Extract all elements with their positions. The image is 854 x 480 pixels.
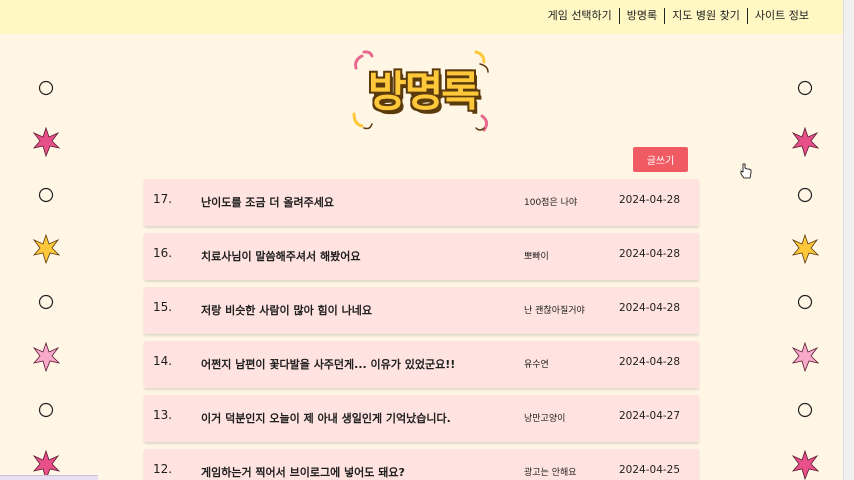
logo-title: 방명록	[368, 67, 480, 116]
entry-title: 게임하는거 찍어서 브이로그에 넣어도 돼요?	[201, 466, 405, 479]
write-button[interactable]: 글쓰기	[633, 147, 688, 172]
flower-icon	[791, 127, 819, 157]
entry-number: 14.	[153, 354, 173, 368]
entry-number: 15.	[153, 300, 173, 314]
entry-date: 2024-04-27	[619, 410, 681, 422]
list-item[interactable]: 13. 이거 덕분인지 오늘이 제 아내 생일인게 기억났습니다. 낭만고양이 …	[144, 395, 699, 442]
entry-author: 낭만고양이	[524, 414, 566, 424]
flower-icon	[32, 342, 60, 372]
entry-title: 치료사님이 말씀해주셔서 해봤어요	[201, 250, 361, 263]
entry-title: 이거 덕분인지 오늘이 제 아내 생일인게 기억났습니다.	[201, 412, 451, 425]
entry-title: 어쩐지 남편이 꽃다발을 사주던게... 이유가 있었군요!!	[201, 358, 456, 371]
list-item[interactable]: 15. 저랑 비슷한 사람이 많아 힘이 나네요 난 괜찮아질거야 2024-0…	[144, 287, 699, 334]
entry-date: 2024-04-28	[619, 302, 681, 314]
entry-date: 2024-04-28	[619, 194, 681, 206]
list-item[interactable]: 14. 어쩐지 남편이 꽃다발을 사주던게... 이유가 있었군요!! 유수연 …	[144, 341, 699, 388]
flower-icon	[791, 450, 819, 480]
entry-author: 뽀빠이	[524, 252, 549, 262]
nav-item-site-info[interactable]: 사이트 정보	[746, 8, 816, 24]
entry-date: 2024-04-28	[619, 356, 681, 368]
entry-author: 유수연	[524, 360, 549, 370]
entry-number: 13.	[153, 408, 173, 422]
list-item[interactable]: 16. 치료사님이 말씀해주셔서 해봤어요 뽀빠이 2024-04-28	[144, 233, 699, 280]
flower-icon	[791, 342, 819, 372]
circle-icon	[797, 187, 813, 203]
circle-icon	[797, 402, 813, 418]
circle-icon	[38, 187, 54, 203]
entry-author: 광고는 안해요	[524, 468, 577, 478]
status-bar	[0, 475, 98, 480]
entry-title: 난이도를 조금 더 올려주세요	[201, 196, 334, 209]
flower-icon	[32, 234, 60, 264]
nav-menu: 게임 선택하기 방명록 지도 병원 찾기 사이트 정보	[541, 6, 816, 26]
nav-item-hospital-map[interactable]: 지도 병원 찾기	[664, 8, 747, 24]
hand-cursor-icon	[740, 163, 752, 179]
entry-date: 2024-04-28	[619, 248, 681, 260]
top-navigation-bar: 게임 선택하기 방명록 지도 병원 찾기 사이트 정보	[0, 0, 843, 34]
page-scrollbar[interactable]	[843, 0, 854, 480]
guestbook-list: 17. 난이도를 조금 더 올려주세요 100점은 나야 2024-04-28 …	[144, 179, 699, 480]
flower-icon	[791, 234, 819, 264]
nav-item-game-select[interactable]: 게임 선택하기	[541, 8, 619, 24]
circle-icon	[797, 80, 813, 96]
entry-author: 100점은 나야	[524, 198, 578, 208]
circle-icon	[797, 294, 813, 310]
entry-date: 2024-04-25	[619, 464, 681, 476]
entry-author: 난 괜찮아질거야	[524, 306, 585, 316]
entry-title: 저랑 비슷한 사람이 많아 힘이 나네요	[201, 304, 372, 317]
list-item[interactable]: 12. 게임하는거 찍어서 브이로그에 넣어도 돼요? 광고는 안해요 2024…	[144, 449, 699, 480]
circle-icon	[38, 402, 54, 418]
entry-number: 16.	[153, 246, 173, 260]
circle-icon	[38, 294, 54, 310]
flower-icon	[32, 127, 60, 157]
nav-item-guestbook[interactable]: 방명록	[618, 8, 664, 24]
entry-number: 12.	[153, 462, 173, 476]
entry-number: 17.	[153, 192, 173, 206]
guestbook-logo: 방명록	[350, 50, 496, 134]
list-item[interactable]: 17. 난이도를 조금 더 올려주세요 100점은 나야 2024-04-28	[144, 179, 699, 226]
circle-icon	[38, 80, 54, 96]
